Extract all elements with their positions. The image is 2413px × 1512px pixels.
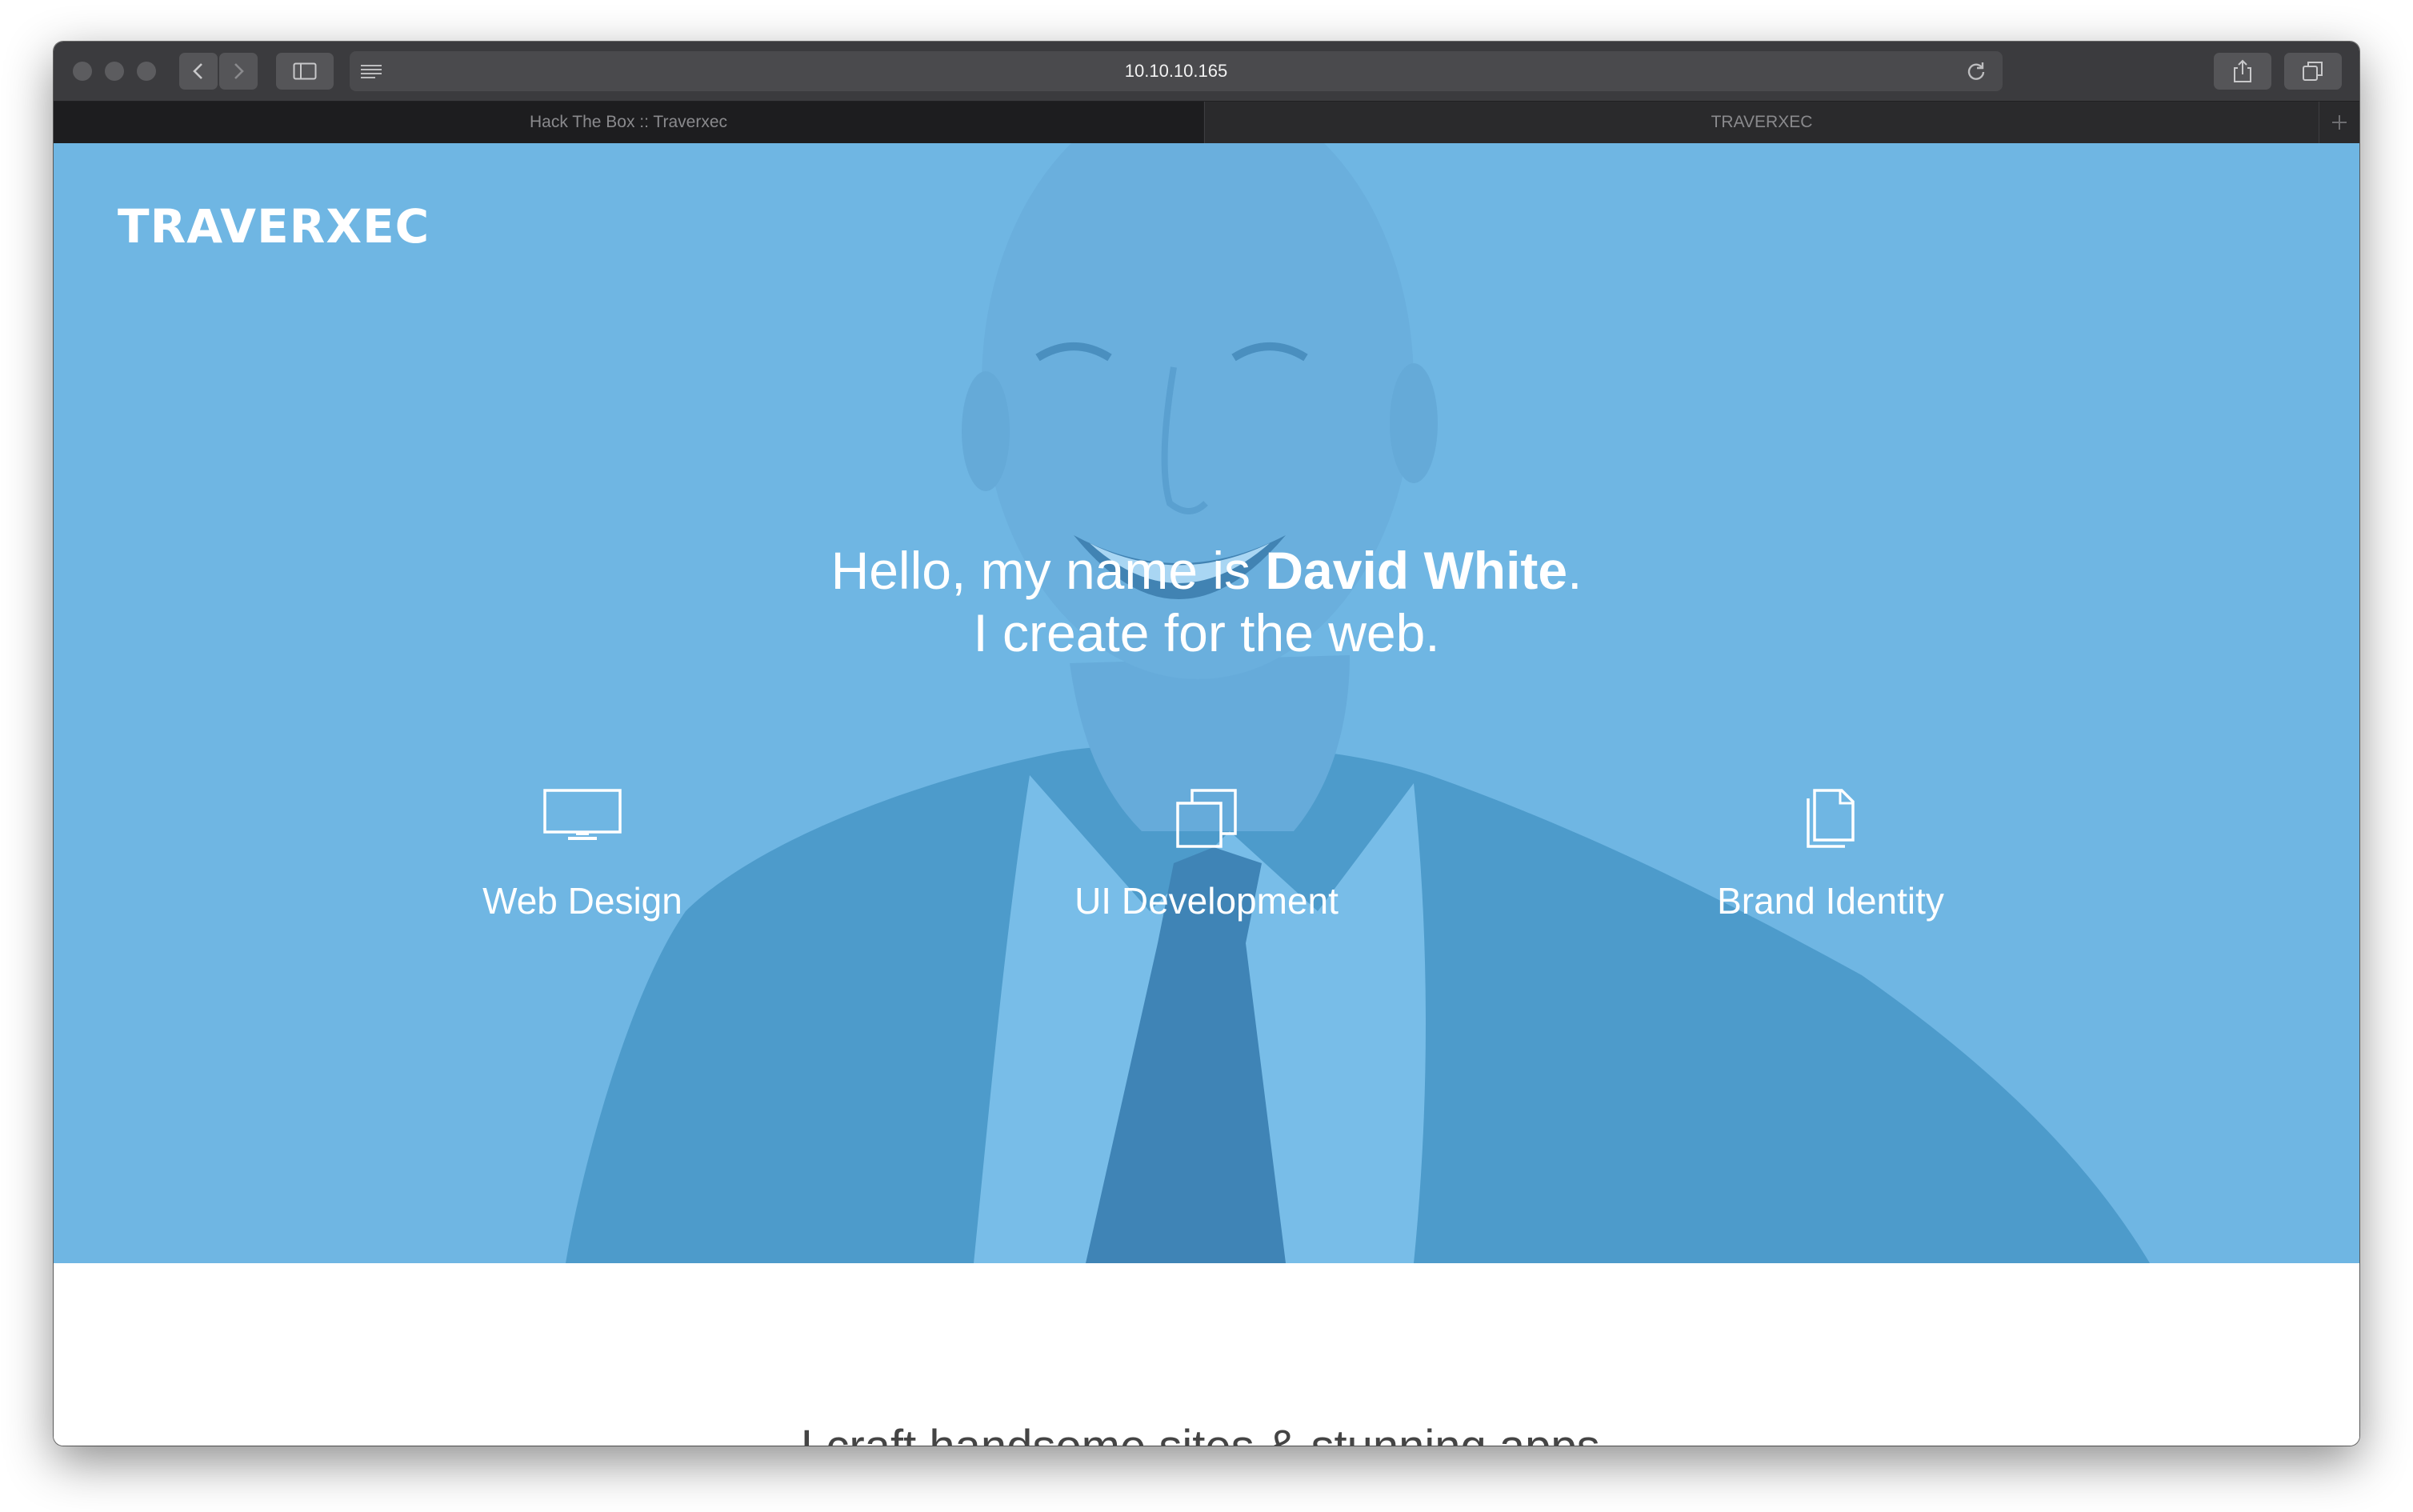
sidebar-icon [293,62,317,80]
hero-portrait-image [566,143,2150,1263]
share-button[interactable] [2214,53,2271,90]
service-label: Web Design [482,880,682,922]
plus-icon [2332,115,2347,130]
back-button[interactable] [179,53,218,90]
site-logo[interactable]: TRAVERXEC [118,199,430,254]
tab-hack-the-box[interactable]: Hack The Box :: Traverxec [54,102,1203,143]
zoom-window-button[interactable] [137,62,156,81]
forward-button[interactable] [219,53,258,90]
chevron-left-icon [193,63,202,79]
monitor-icon [543,789,622,840]
tabs-icon [2303,62,2323,81]
service-label: Brand Identity [1717,880,1944,922]
close-window-button[interactable] [73,62,92,81]
documents-icon [1807,789,1855,848]
reload-icon[interactable] [1966,61,1987,82]
greeting-prefix: Hello, my name is [830,541,1266,600]
layered-squares-icon [1176,789,1237,848]
hero-subline: I create for the web. [973,603,1440,662]
hero-headline: Hello, my name is David White. I create … [54,539,2359,664]
service-web-design: Web Design [374,787,790,922]
greeting-suffix: . [1567,541,1583,600]
service-label: UI Development [1074,880,1339,922]
new-tab-button[interactable] [2319,102,2359,143]
person-name: David White [1265,541,1568,600]
share-icon [2234,59,2251,82]
minimize-window-button[interactable] [105,62,124,81]
service-brand-identity: Brand Identity [1623,787,2039,922]
tab-bar: Hack The Box :: Traverxec TRAVERXEC [54,102,2359,143]
url-text: 10.10.10.165 [1124,61,1228,81]
chevron-right-icon [234,63,244,79]
intro-section: I craft handsome sites & stunning apps. [54,1263,2359,1446]
address-bar[interactable]: 10.10.10.165 [350,51,2003,91]
service-ui-development: UI Development [998,787,1415,922]
tab-traverxec[interactable]: TRAVERXEC [1204,102,2319,143]
hero-section: TRAVERXEC Hello, my name is David White.… [54,143,2359,1263]
tab-overview-button[interactable] [2284,53,2342,90]
sidebar-toggle-button[interactable] [276,53,334,90]
browser-toolbar: 10.10.10.165 [54,42,2359,102]
browser-window: 10.10.10.165 Hack The Box :: Traverxec T… [54,42,2359,1446]
section-heading: I craft handsome sites & stunning apps. [54,1420,2359,1446]
